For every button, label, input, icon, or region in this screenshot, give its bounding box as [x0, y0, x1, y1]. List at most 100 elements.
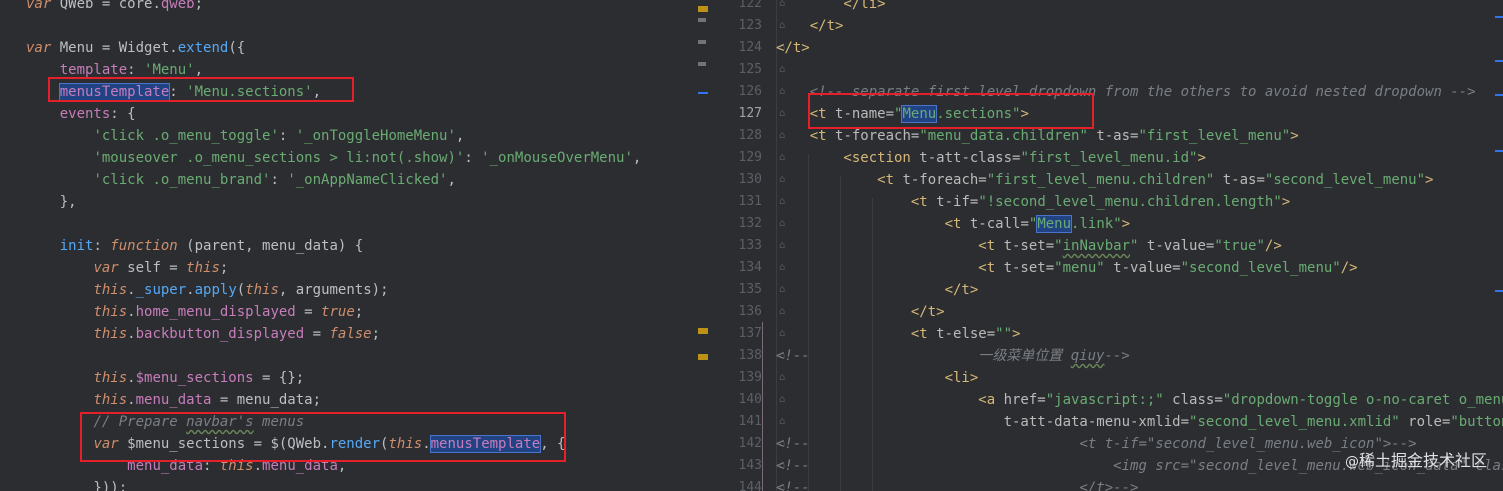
left-code-line[interactable]: events: {: [0, 103, 690, 125]
right-token: t-call=: [969, 216, 1029, 232]
right-code-line[interactable]: </li>: [776, 0, 885, 15]
right-code-line[interactable]: <t t-if="!second_level_menu.children.len…: [776, 191, 1290, 213]
right-token: </t>: [776, 282, 979, 298]
left-token: 'click .o_menu_toggle': [93, 128, 279, 144]
left-token: menu_data: [135, 392, 212, 408]
right-token: />: [1340, 260, 1358, 276]
right-code-area[interactable]: </li> </t> </t> <!-- separate first level…: [762, 0, 1503, 491]
left-token: :: [464, 150, 482, 166]
left-token: :: [270, 172, 288, 188]
left-code-line[interactable]: 'click .o_menu_brand': '_onAppNameClicke…: [0, 169, 690, 191]
left-code-line[interactable]: this.backbutton_displayed = false;: [0, 323, 690, 345]
right-token: 一级菜单位置: [809, 348, 1071, 364]
right-token: "menu": [1054, 260, 1105, 276]
left-token: [26, 62, 60, 78]
right-code-line[interactable]: </t>: [776, 301, 945, 323]
left-token: .: [186, 282, 195, 298]
right-code-line[interactable]: <!-- 一级菜单位置 qiuy-->: [776, 345, 1130, 367]
right-code-line[interactable]: <!-- <t t-if="second_level_menu.web_icon…: [776, 433, 1417, 455]
left-token: ;: [194, 0, 204, 12]
right-token: t-if=: [936, 194, 979, 210]
right-token: t-value=: [1104, 260, 1181, 276]
right-token: t-foreach=: [835, 128, 920, 144]
right-token: t-as=: [1214, 172, 1265, 188]
left-code-line[interactable]: }));: [0, 477, 690, 491]
right-code-line[interactable]: t-att-data-menu-xmlid="second_level_menu…: [776, 411, 1503, 433]
line-number: 125: [738, 62, 762, 77]
left-code-line[interactable]: var Menu = Widget.extend({: [0, 37, 690, 59]
line-number: 131: [738, 194, 762, 209]
right-code-line[interactable]: <section t-att-class="first_level_menu.i…: [776, 147, 1205, 169]
right-token: <t: [776, 216, 970, 232]
left-token: [26, 128, 93, 144]
right-token: <section: [776, 150, 920, 166]
right-code-line[interactable]: <t t-else="">: [776, 323, 1021, 345]
right-token: <!--: [776, 436, 810, 452]
right-token: t-set=: [1003, 238, 1055, 254]
left-code-line[interactable]: this.home_menu_displayed = true;: [0, 301, 690, 323]
left-code-line[interactable]: var QWeb = core.qweb;: [0, 0, 690, 15]
right-code-line[interactable]: </t>: [776, 37, 810, 59]
left-token: backbutton_displayed: [135, 326, 305, 342]
right-token: </t>: [776, 18, 844, 34]
right-token: t-att-data-menu-xmlid=: [776, 414, 1190, 430]
left-token: $menu_sections: [135, 370, 254, 386]
left-token: =: [304, 326, 330, 342]
left-token: home_menu_displayed: [135, 304, 296, 320]
left-token: function: [110, 238, 178, 254]
right-token: t-value=: [1138, 238, 1215, 254]
right-token: >: [1012, 326, 1021, 342]
left-code-line[interactable]: [0, 345, 690, 367]
right-code-line[interactable]: <li>: [776, 367, 979, 389]
line-number: 136: [738, 304, 762, 319]
right-code-line[interactable]: <t t-foreach="first_level_menu.children"…: [776, 169, 1433, 191]
left-token: init: [59, 238, 94, 254]
line-number: 144: [738, 480, 762, 491]
right-token: role=: [1399, 414, 1451, 430]
right-code-line[interactable]: <t t-set="inNavbar" t-value="true"/>: [776, 235, 1282, 257]
right-code-line[interactable]: <a href="javascript:;" class="dropdown-t…: [776, 389, 1503, 411]
left-token: = menu_data;: [211, 392, 322, 408]
right-token: </t>: [776, 40, 810, 56]
line-number: 140: [738, 392, 762, 407]
left-token: : {: [110, 106, 136, 122]
right-code-line[interactable]: <t t-set="menu" t-value="second_level_me…: [776, 257, 1358, 279]
right-token: t-foreach=: [902, 172, 987, 188]
right-code-line[interactable]: </t>: [776, 15, 844, 37]
left-token: [26, 106, 60, 122]
highlight-box-menustemplate: [48, 77, 354, 102]
left-token: [26, 370, 93, 386]
left-code-line[interactable]: this._super.apply(this, arguments);: [0, 279, 690, 301]
left-token: this: [93, 392, 128, 408]
highlight-box-render-call: [80, 412, 566, 462]
right-token: -->: [1104, 348, 1130, 364]
line-number: 133: [738, 238, 762, 253]
watermark-at: @: [1344, 454, 1359, 470]
left-code-line[interactable]: 'click .o_menu_toggle': '_onToggleHomeMe…: [0, 125, 690, 147]
left-editor-pane[interactable]: var QWeb = core.qweb; var Menu = Widget.e…: [0, 0, 690, 491]
right-code-line[interactable]: <!-- </t>-->: [776, 477, 1138, 491]
right-editor-pane[interactable]: 122 ⌂ 123 ⌂ 124 ⌂ 125 ⌂ 126 ⌂ 127 ⌂ 128 ⌂ 129 ⌂ 130 ⌂ 131 ⌂…: [690, 0, 1503, 491]
right-token: "second_level_menu": [1264, 172, 1426, 188]
left-token: this: [186, 260, 220, 276]
right-token: />: [1264, 238, 1282, 254]
left-code-line[interactable]: 'mouseover .o_menu_sections > li:not(.sh…: [0, 147, 690, 169]
left-code-line[interactable]: [0, 213, 690, 235]
right-token: "first_level_menu": [1138, 128, 1291, 144]
right-token: <!--: [776, 480, 810, 491]
right-code-line[interactable]: <t t-call="Menu.link">: [776, 213, 1130, 235]
left-token: .: [127, 326, 136, 342]
left-code-line[interactable]: var self = this;: [0, 257, 690, 279]
left-code-line[interactable]: this.menu_data = menu_data;: [0, 389, 690, 411]
right-token: >: [1290, 128, 1299, 144]
right-token: >: [1425, 172, 1434, 188]
left-token: [26, 172, 93, 188]
right-token: "first_level_menu.id": [1020, 150, 1198, 166]
left-code-line[interactable]: [0, 15, 690, 37]
left-code-line[interactable]: },: [0, 191, 690, 213]
right-token: <li>: [776, 370, 979, 386]
right-token: <t: [776, 128, 836, 144]
left-code-line[interactable]: init: function (parent, menu_data) {: [0, 235, 690, 257]
left-code-line[interactable]: this.$menu_sections = {};: [0, 367, 690, 389]
right-code-line[interactable]: </t>: [776, 279, 979, 301]
